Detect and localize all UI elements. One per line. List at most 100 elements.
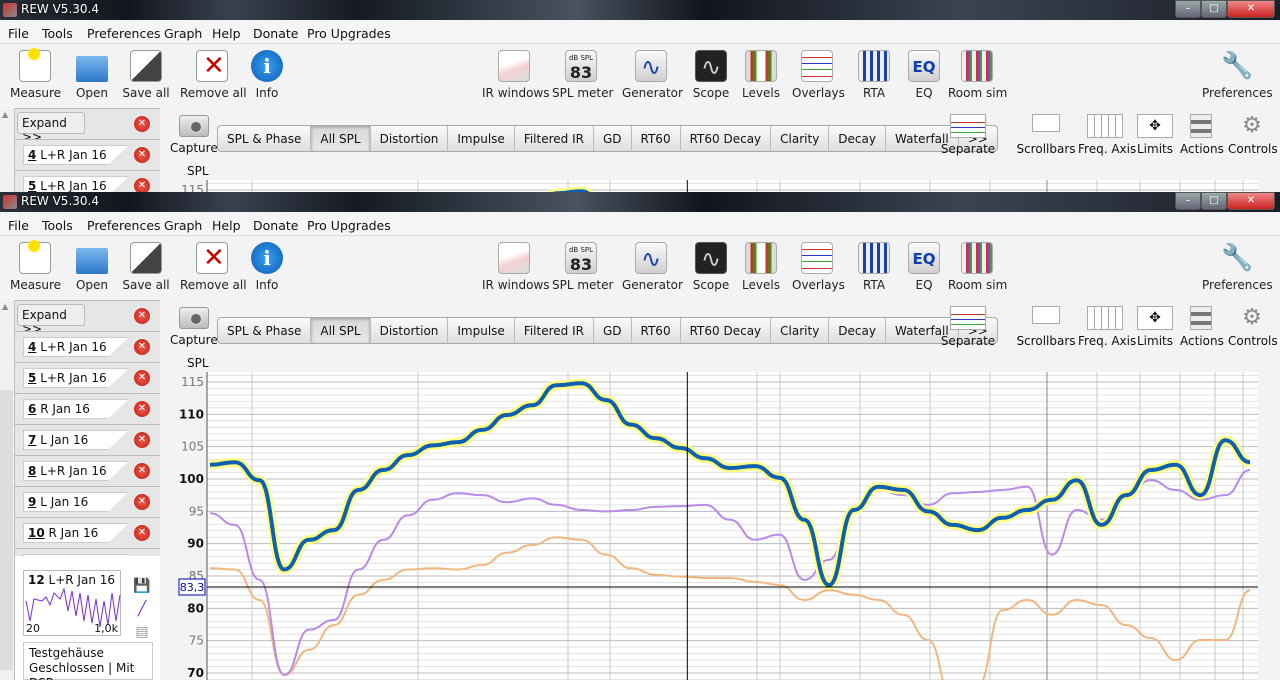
spl-meter-button[interactable]: dB SPL 83 SPL meter bbox=[552, 242, 613, 292]
tab-impulse[interactable]: Impulse bbox=[448, 126, 515, 151]
menu-graph[interactable]: Graph bbox=[164, 218, 202, 233]
tab-distortion[interactable]: Distortion bbox=[371, 318, 449, 343]
menu-help[interactable]: Help bbox=[212, 26, 241, 41]
scope-button[interactable]: ∿ Scope bbox=[690, 50, 732, 100]
menu-pro-upgrades[interactable]: Pro Upgrades bbox=[307, 218, 391, 233]
expand-button[interactable]: Expand >> bbox=[17, 304, 85, 336]
info-button[interactable]: i Info bbox=[250, 242, 284, 292]
rta-button[interactable]: RTA bbox=[856, 242, 892, 292]
tab-filtered-ir[interactable]: Filtered IR bbox=[515, 318, 594, 343]
actions-button[interactable]: Actions bbox=[1180, 114, 1224, 156]
generator-button[interactable]: ∿ Generator bbox=[622, 242, 683, 292]
remove-measurement-icon[interactable]: ✕ bbox=[134, 116, 150, 132]
remove-measurement-icon[interactable]: ✕ bbox=[134, 339, 150, 355]
maximize-button[interactable]: □ bbox=[1201, 192, 1227, 210]
scrollbars-button[interactable]: Scrollbars bbox=[1016, 306, 1076, 348]
spl-graph[interactable]: 11511010510095908580757083,3 bbox=[0, 180, 1280, 192]
open-button[interactable]: Open bbox=[70, 242, 114, 292]
tab-clarity[interactable]: Clarity bbox=[771, 126, 830, 151]
overlays-button[interactable]: Overlays bbox=[792, 50, 845, 100]
room-sim-button[interactable]: Room sim bbox=[948, 242, 1007, 292]
menu-donate[interactable]: Donate bbox=[253, 218, 298, 233]
save-all-button[interactable]: Save all bbox=[122, 242, 170, 292]
tab-rt60-decay[interactable]: RT60 Decay bbox=[681, 318, 772, 343]
freq-axis-button[interactable]: Freq. Axis bbox=[1078, 306, 1136, 348]
remove-all-button[interactable]: Remove all bbox=[180, 50, 247, 100]
tab-rt60[interactable]: RT60 bbox=[632, 126, 681, 151]
ir-windows-button[interactable]: IR windows bbox=[482, 242, 549, 292]
tab-gd[interactable]: GD bbox=[594, 126, 632, 151]
title-bar[interactable]: REW V5.30.4 – □ ✕ bbox=[0, 192, 1280, 212]
limits-button[interactable]: ✥ Limits bbox=[1136, 306, 1174, 348]
rta-button[interactable]: RTA bbox=[856, 50, 892, 100]
tab-decay[interactable]: Decay bbox=[829, 318, 886, 343]
open-button[interactable]: Open bbox=[70, 50, 114, 100]
freq-axis-button[interactable]: Freq. Axis bbox=[1078, 114, 1136, 156]
menu-pro-upgrades[interactable]: Pro Upgrades bbox=[307, 26, 391, 41]
separate-button[interactable]: Separate bbox=[940, 306, 996, 348]
menu-preferences[interactable]: Preferences bbox=[87, 218, 161, 233]
levels-button[interactable]: Levels bbox=[740, 242, 782, 292]
preferences-button[interactable]: 🔧 Preferences bbox=[1202, 50, 1273, 100]
menu-help[interactable]: Help bbox=[212, 218, 241, 233]
preferences-button[interactable]: 🔧 Preferences bbox=[1202, 242, 1273, 292]
tab-clarity[interactable]: Clarity bbox=[771, 318, 830, 343]
menu-donate[interactable]: Donate bbox=[253, 26, 298, 41]
minimize-button[interactable]: – bbox=[1175, 0, 1201, 18]
spl-graph[interactable]: 11511010510095908580757083,3 bbox=[0, 372, 1280, 680]
ir-windows-button[interactable]: IR windows bbox=[482, 50, 549, 100]
menu-preferences[interactable]: Preferences bbox=[87, 26, 161, 41]
eq-button[interactable]: EQ EQ bbox=[906, 242, 942, 292]
tab-all-spl[interactable]: All SPL bbox=[311, 318, 371, 343]
tab-rt60[interactable]: RT60 bbox=[632, 318, 681, 343]
tab-filtered-ir[interactable]: Filtered IR bbox=[515, 126, 594, 151]
y-tick-label: 80 bbox=[187, 601, 204, 615]
tab-spl-phase[interactable]: SPL & Phase bbox=[218, 318, 312, 343]
tab-all-spl[interactable]: All SPL bbox=[311, 126, 371, 151]
generator-button[interactable]: ∿ Generator bbox=[622, 50, 683, 100]
overlays-button[interactable]: Overlays bbox=[792, 242, 845, 292]
measure-button[interactable]: Measure bbox=[10, 240, 61, 292]
save-all-button[interactable]: Save all bbox=[122, 50, 170, 100]
levels-button[interactable]: Levels bbox=[740, 50, 782, 100]
menu-tools[interactable]: Tools bbox=[42, 218, 73, 233]
tab-distortion[interactable]: Distortion bbox=[371, 126, 449, 151]
scrollbars-button[interactable]: Scrollbars bbox=[1016, 114, 1076, 156]
cursor-value: 83,3 bbox=[180, 581, 205, 594]
limits-button[interactable]: ✥ Limits bbox=[1136, 114, 1174, 156]
menu-graph[interactable]: Graph bbox=[164, 26, 202, 41]
title-bar[interactable]: REW V5.30.4 – □ ✕ bbox=[0, 0, 1280, 20]
room-sim-button[interactable]: Room sim bbox=[948, 50, 1007, 100]
eq-button[interactable]: EQ EQ bbox=[906, 50, 942, 100]
close-button[interactable]: ✕ bbox=[1227, 192, 1275, 210]
actions-button[interactable]: Actions bbox=[1180, 306, 1224, 348]
menu-tools[interactable]: Tools bbox=[42, 26, 73, 41]
menu-file[interactable]: File bbox=[8, 218, 29, 233]
expand-button[interactable]: Expand >> bbox=[17, 112, 85, 144]
remove-measurement-icon[interactable]: ✕ bbox=[134, 308, 150, 324]
menu-file[interactable]: File bbox=[8, 26, 29, 41]
capture-button[interactable]: Capture bbox=[170, 115, 218, 155]
remove-all-button[interactable]: Remove all bbox=[180, 242, 247, 292]
tab-rt60-decay[interactable]: RT60 Decay bbox=[681, 126, 772, 151]
separate-button[interactable]: Separate bbox=[940, 114, 996, 156]
spl-meter-button[interactable]: dB SPL 83 SPL meter bbox=[552, 50, 613, 100]
tab-impulse[interactable]: Impulse bbox=[448, 318, 515, 343]
close-button[interactable]: ✕ bbox=[1227, 0, 1275, 18]
measure-button[interactable]: Measure bbox=[10, 48, 61, 100]
tab-decay[interactable]: Decay bbox=[829, 126, 886, 151]
remove-measurement-icon[interactable]: ✕ bbox=[134, 147, 150, 163]
measurement-item[interactable]: 4 L+R Jan 16 ✕ bbox=[14, 331, 160, 362]
info-button[interactable]: i Info bbox=[250, 50, 284, 100]
capture-button[interactable]: Capture bbox=[170, 307, 218, 347]
measurement-item[interactable]: 4 L+R Jan 16 ✕ bbox=[14, 139, 160, 170]
tab-gd[interactable]: GD bbox=[594, 318, 632, 343]
actions-icon bbox=[1190, 114, 1212, 138]
maximize-button[interactable]: □ bbox=[1201, 0, 1227, 18]
tab-spl-phase[interactable]: SPL & Phase bbox=[218, 126, 312, 151]
minimize-button[interactable]: – bbox=[1175, 192, 1201, 210]
measure-icon bbox=[19, 240, 51, 274]
controls-button[interactable]: ⚙ Controls bbox=[1228, 306, 1278, 349]
scope-button[interactable]: ∿ Scope bbox=[690, 242, 732, 292]
controls-button[interactable]: ⚙ Controls bbox=[1228, 114, 1278, 157]
